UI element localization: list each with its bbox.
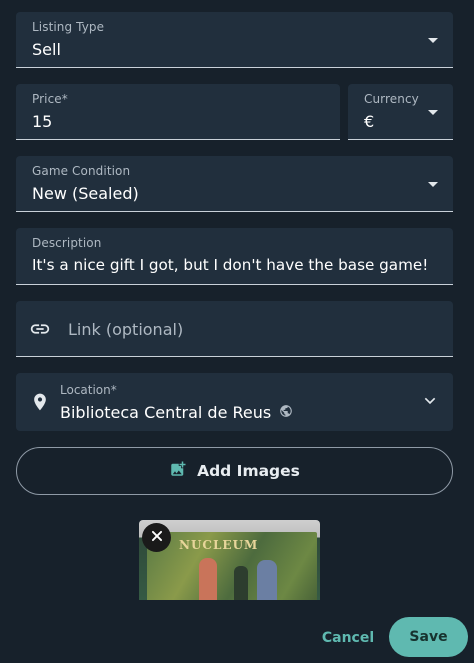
location-pin-icon <box>30 391 50 417</box>
add-images-label: Add Images <box>197 462 300 480</box>
remove-image-button[interactable] <box>142 523 171 552</box>
price-field[interactable]: Price* 15 <box>16 84 340 140</box>
chevron-down-icon <box>422 393 438 413</box>
cancel-button[interactable]: Cancel <box>316 622 380 654</box>
box-art-figure <box>199 558 217 600</box>
box-art-figure <box>257 560 277 600</box>
save-button[interactable]: Save <box>389 617 468 657</box>
currency-select[interactable]: Currency € <box>348 84 453 140</box>
add-photo-icon <box>169 460 187 482</box>
description-value: It's a nice gift I got, but I don't have… <box>32 256 429 274</box>
price-value: 15 <box>32 112 53 131</box>
location-value: Biblioteca Central de Reus <box>60 403 272 422</box>
dropdown-arrow-icon <box>428 182 438 187</box>
dropdown-arrow-icon <box>428 38 438 43</box>
location-select[interactable]: Location* Biblioteca Central de Reus <box>16 373 453 431</box>
game-condition-select[interactable]: Game Condition New (Sealed) <box>16 156 453 212</box>
close-icon <box>150 528 164 547</box>
link-input[interactable]: Link (optional) <box>16 301 453 357</box>
game-condition-value: New (Sealed) <box>32 184 139 203</box>
box-art-figure <box>234 566 248 600</box>
description-label: Description <box>32 236 102 250</box>
add-images-button[interactable]: Add Images <box>16 447 453 495</box>
location-label: Location* <box>60 383 117 397</box>
link-icon <box>29 318 51 344</box>
game-box-title: NUCLEUM <box>179 538 259 552</box>
listing-type-label: Listing Type <box>32 20 105 34</box>
globe-icon <box>279 403 293 422</box>
description-field[interactable]: Description It's a nice gift I got, but … <box>16 228 453 285</box>
listing-type-value: Sell <box>32 40 61 59</box>
link-placeholder: Link (optional) <box>68 320 184 339</box>
game-condition-label: Game Condition <box>32 164 131 178</box>
dropdown-arrow-icon <box>428 110 438 115</box>
location-value-wrap: Biblioteca Central de Reus <box>60 403 293 422</box>
price-label: Price* <box>32 92 68 106</box>
listing-type-select[interactable]: Listing Type Sell <box>16 12 453 68</box>
currency-value: € <box>364 112 375 131</box>
currency-label: Currency <box>364 92 419 106</box>
